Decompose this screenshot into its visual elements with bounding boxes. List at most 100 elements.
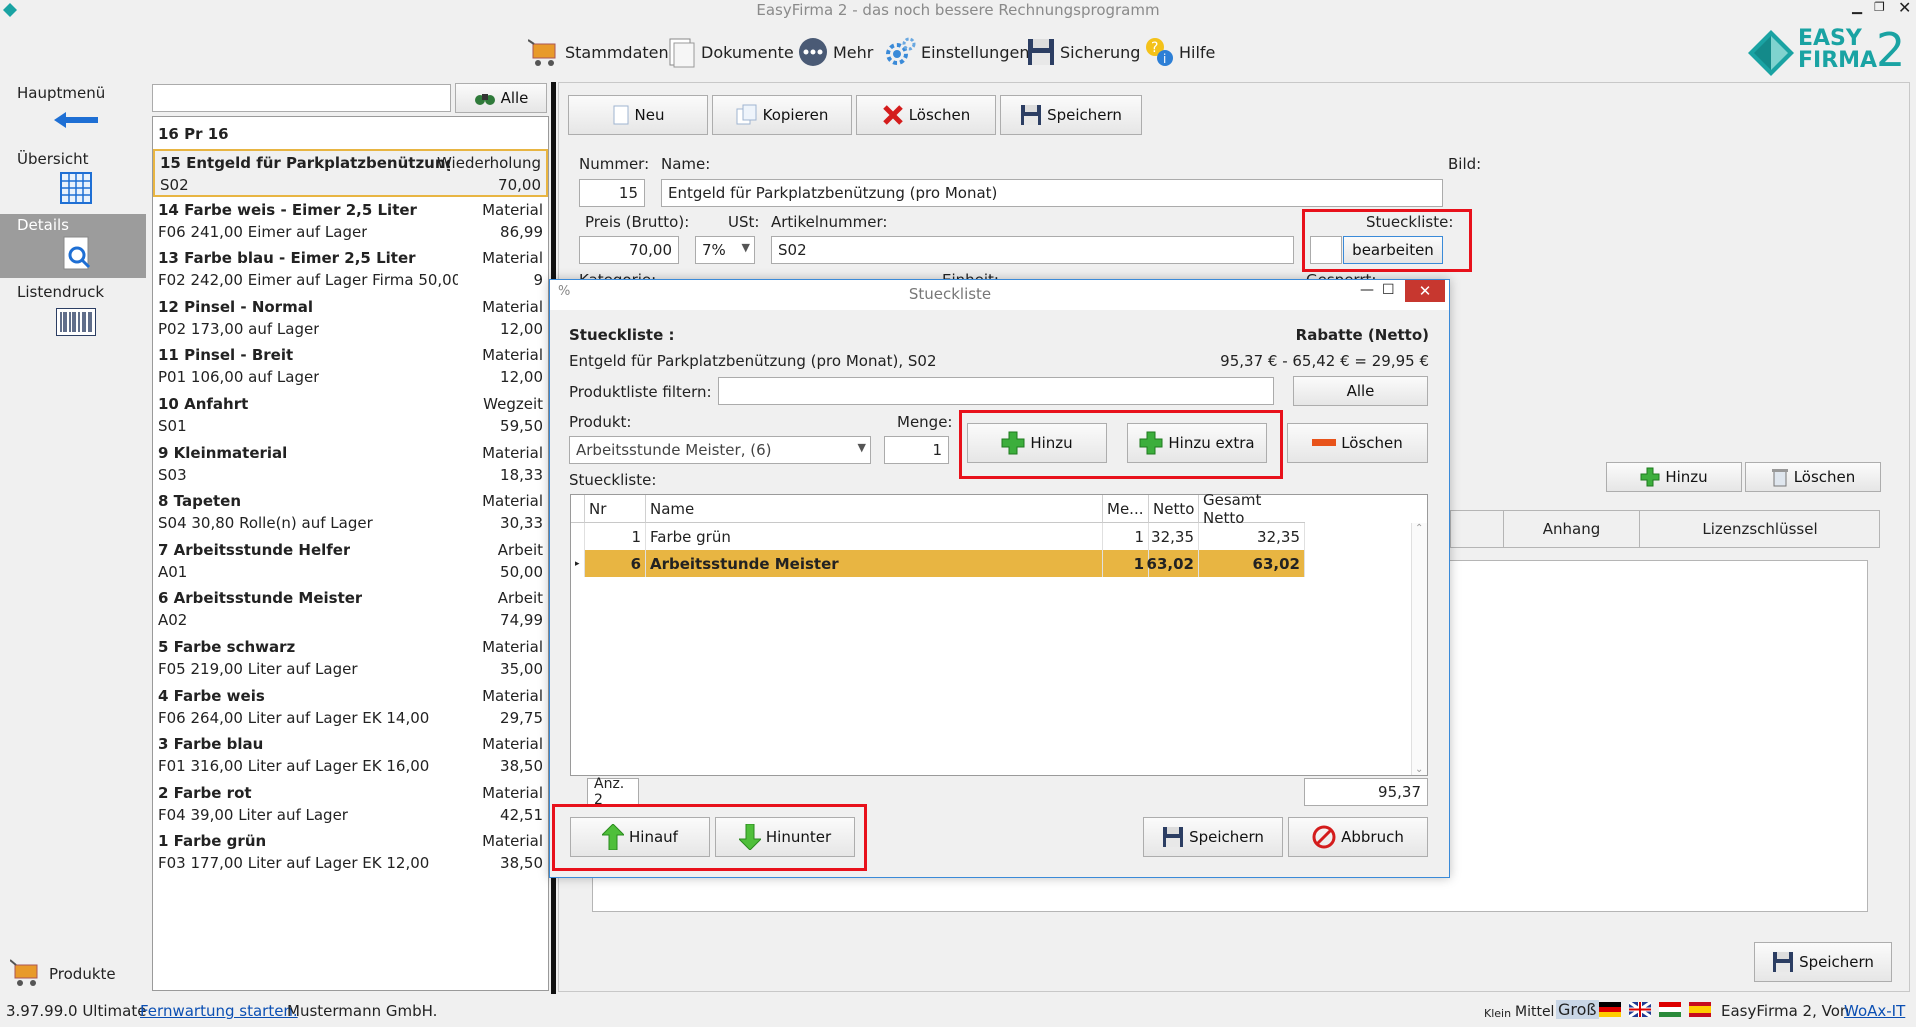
dialog-cancel-button[interactable]: Abbruch: [1288, 817, 1428, 857]
total-value: 95,37: [1304, 778, 1428, 806]
table-row[interactable]: 1 Farbe grün 1 32,35 32,35: [571, 523, 1411, 550]
save-button[interactable]: Speichern: [1000, 95, 1142, 135]
list-header: 16 Pr 16: [158, 125, 229, 143]
list-item[interactable]: 7 Arbeitsstunde Helfer Arbeit A01 50,00: [153, 538, 548, 586]
list-item[interactable]: 12 Pinsel - Normal Material P02 173,00 auf…: [153, 295, 548, 343]
attachment-add-button[interactable]: Hinzu: [1606, 462, 1742, 492]
minimize-icon[interactable]: ▁: [1852, 0, 1862, 15]
column-header-nr[interactable]: Nr: [585, 495, 646, 523]
list-item[interactable]: 10 Anfahrt Wegzeit S01 59,50: [153, 392, 548, 440]
button-label: Speichern: [1189, 828, 1264, 846]
flag-de-icon[interactable]: [1599, 1002, 1621, 1017]
list-item-type: Arbeit: [497, 589, 543, 608]
tab-blank[interactable]: [1451, 511, 1504, 547]
size-klein[interactable]: Klein: [1484, 1007, 1511, 1020]
column-header-name[interactable]: Name: [646, 495, 1103, 523]
list-item-name: 2 Farbe rot: [158, 783, 252, 802]
list-item[interactable]: 13 Farbe blau - Eimer 2,5 Liter Material F…: [153, 246, 548, 294]
bottom-save-button[interactable]: Speichern: [1754, 942, 1892, 982]
list-item[interactable]: 14 Farbe weis - Eimer 2,5 Liter Material F…: [153, 198, 548, 246]
woax-link[interactable]: WoAx-IT: [1844, 1002, 1905, 1020]
tab-anhang[interactable]: Anhang: [1504, 511, 1640, 547]
cell-nr: 1: [585, 523, 646, 550]
toolbar-sicherung[interactable]: Sicherung: [1027, 34, 1140, 70]
toolbar-dokumente[interactable]: Dokumente: [666, 34, 794, 70]
list-item[interactable]: 8 Tapeten Material S04 30,80 Rolle(n) auf …: [153, 489, 548, 537]
more-icon: [799, 38, 827, 66]
filter-all-button[interactable]: Alle: [1293, 376, 1428, 406]
flag-uk-icon[interactable]: [1629, 1002, 1651, 1017]
fernwartung-link[interactable]: Fernwartung starten.: [140, 1002, 298, 1020]
table-row-selected[interactable]: ▸ 6 Arbeitsstunde Meister 1 63,02 63,02: [571, 550, 1411, 577]
dialog-maximize-icon[interactable]: ☐: [1382, 282, 1395, 298]
list-item-name: 9 Kleinmaterial: [158, 443, 288, 462]
column-header-gesamt-netto[interactable]: Gesamt Netto: [1199, 491, 1305, 527]
toolbar-stammdaten[interactable]: Stammdaten: [528, 34, 669, 70]
sidebar-produkte[interactable]: Produkte: [10, 955, 150, 991]
menge-input[interactable]: 1: [884, 436, 949, 464]
dialog-close-icon[interactable]: ✕: [1405, 280, 1445, 302]
list-item[interactable]: 5 Farbe schwarz Material F05 219,00 Liter …: [153, 635, 548, 683]
cart-icon: [10, 959, 38, 986]
grid-row-header: [571, 495, 585, 523]
search-doc-icon: [63, 236, 91, 270]
product-list[interactable]: 16 Pr 16 15 Entgeld für Parkplatzbenützu…: [152, 116, 549, 991]
attachment-delete-button[interactable]: Löschen: [1745, 462, 1881, 492]
toolbar-label: Hilfe: [1179, 42, 1216, 62]
copy-button[interactable]: Kopieren: [712, 95, 852, 135]
sidebar-item-listendruck[interactable]: Listendruck: [0, 282, 146, 342]
sidebar-item-uebersicht[interactable]: Übersicht: [0, 150, 146, 210]
ust-select[interactable]: 7% ▼: [695, 236, 755, 264]
list-item-type: Arbeit: [497, 540, 543, 559]
list-item[interactable]: 3 Farbe blau Material F01 316,00 Liter auf…: [153, 732, 548, 780]
preis-input[interactable]: 70,00: [579, 236, 679, 264]
toolbar-hilfe[interactable]: ? i Hilfe: [1144, 34, 1215, 70]
scroll-down-icon[interactable]: ⌄: [1415, 764, 1423, 775]
delete-button[interactable]: Löschen: [856, 95, 996, 135]
dialog-heading: Stueckliste :: [569, 326, 675, 344]
restore-icon[interactable]: ❐: [1874, 0, 1885, 14]
list-item[interactable]: 15 Entgeld für Parkplatzbenützung... Wied…: [153, 149, 548, 197]
cell-menge: 1: [1103, 550, 1149, 577]
toolbar-mehr[interactable]: Mehr: [798, 34, 873, 70]
filter-input[interactable]: [718, 377, 1274, 405]
list-item-sub: S02: [160, 176, 189, 194]
list-item[interactable]: 11 Pinsel - Breit Material P01 106,00 auf …: [153, 343, 548, 391]
list-item[interactable]: 2 Farbe rot Material F04 39,00 Liter auf L…: [153, 781, 548, 829]
list-item[interactable]: 9 Kleinmaterial Material S03 18,33: [153, 441, 548, 489]
column-header-netto[interactable]: Netto: [1149, 495, 1199, 523]
dialog-product-name: Entgeld für Parkplatzbenützung (pro Mona…: [569, 352, 937, 370]
list-item[interactable]: 4 Farbe weis Material F06 264,00 Liter auf…: [153, 684, 548, 732]
dialog-save-button[interactable]: Speichern: [1143, 817, 1283, 857]
list-item[interactable]: 6 Arbeitsstunde Meister Arbeit A02 74,99: [153, 586, 548, 634]
artikelnummer-input[interactable]: S02: [771, 236, 1294, 264]
new-button[interactable]: Neu: [568, 95, 708, 135]
dialog-minimize-icon[interactable]: —: [1360, 282, 1374, 298]
flag-hu-icon[interactable]: [1659, 1002, 1681, 1017]
tab-lizenzschluessel[interactable]: Lizenzschlüssel: [1640, 511, 1880, 547]
preis-label: Preis (Brutto):: [585, 213, 690, 231]
column-header-menge[interactable]: Me...: [1103, 495, 1149, 523]
sidebar-item-hauptmenue[interactable]: Hauptmenü: [0, 84, 146, 144]
scroll-up-icon[interactable]: ⌃: [1415, 523, 1423, 534]
toolbar-einstellungen[interactable]: Einstellungen: [884, 34, 1029, 70]
grid-scrollbar[interactable]: ⌃ ⌄: [1411, 523, 1427, 775]
nummer-input[interactable]: 15: [579, 179, 645, 207]
nummer-label: Nummer:: [579, 155, 650, 173]
list-item-sub: P01 106,00 auf Lager: [158, 368, 320, 387]
name-input[interactable]: Entgeld für Parkplatzbenützung (pro Mona…: [661, 179, 1443, 207]
stueckliste-grid[interactable]: Nr Name Me... Netto Gesamt Netto 1 Farbe…: [570, 491, 1428, 776]
size-gross[interactable]: Groß: [1556, 1000, 1599, 1019]
list-item[interactable]: 1 Farbe grün Material F03 177,00 Liter auf…: [153, 829, 548, 877]
list-all-button[interactable]: Alle: [455, 83, 547, 113]
dialog-delete-button[interactable]: Löschen: [1287, 423, 1428, 463]
close-icon[interactable]: ✕: [1898, 0, 1911, 17]
list-item-sub: F06 264,00 Liter auf Lager EK 14,00: [158, 708, 430, 727]
size-mittel[interactable]: Mittel: [1515, 1004, 1554, 1020]
list-search-input[interactable]: [152, 84, 451, 112]
floppy-icon: [1163, 827, 1184, 847]
flag-es-icon[interactable]: [1689, 1002, 1711, 1017]
produkt-select[interactable]: Arbeitsstunde Meister, (6) ▼: [569, 436, 871, 464]
sidebar-item-details[interactable]: Details: [0, 214, 146, 278]
app-logo: EASY FIRMA 2: [1748, 26, 1908, 78]
